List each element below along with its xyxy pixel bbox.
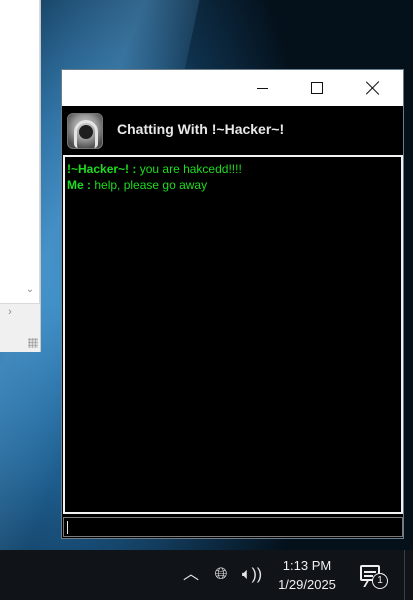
minimize-button[interactable] [239,70,285,106]
close-button[interactable] [350,70,396,106]
chat-window: Chatting With !~Hacker~! !~Hacker~! : yo… [61,69,404,539]
globe-icon[interactable]: 🌐︎ [210,566,232,584]
chevron-down-icon[interactable]: ⌄ [24,284,36,296]
chat-message: Me : help, please go away [67,177,399,193]
minimize-icon [256,87,268,89]
taskbar: ︿ 🌐︎ 🔈︎)) 1:13 PM 1/29/2025 1 [0,550,413,600]
message-sender: !~Hacker~! : [67,162,137,176]
avatar-face [79,125,93,139]
text-caret [67,521,68,534]
message-text: you are hakcedd!!!! [139,162,242,176]
notification-line [364,575,373,577]
message-text: help, please go away [94,178,208,192]
background-window[interactable]: ⌄ › [0,0,41,352]
notification-center-icon[interactable]: 1 [358,563,392,591]
maximize-icon [311,82,323,94]
background-window-pane [0,0,40,304]
system-clock[interactable]: 1:13 PM 1/29/2025 [272,556,342,594]
maximize-button[interactable] [294,70,340,106]
volume-icon[interactable]: 🔈︎)) [240,566,264,584]
chevron-up-icon[interactable]: ︿ [182,566,200,584]
message-sender: Me : [67,178,91,192]
show-desktop-divider[interactable] [404,550,405,600]
message-input[interactable] [64,518,402,536]
hacker-avatar-icon [67,113,103,149]
clock-date: 1/29/2025 [278,577,336,592]
window-titlebar[interactable] [62,70,403,106]
resize-grip-icon[interactable] [28,338,38,348]
close-icon [366,81,380,95]
notification-line [364,571,376,573]
chat-message: !~Hacker~! : you are hakcedd!!!! [67,161,399,177]
chat-title: Chatting With !~Hacker~! [117,121,285,137]
chat-header: Chatting With !~Hacker~! [62,106,403,153]
notification-count-badge: 1 [372,573,388,589]
clock-time: 1:13 PM [282,558,332,573]
chat-messages[interactable]: !~Hacker~! : you are hakcedd!!!! Me : he… [63,155,403,514]
message-input-field[interactable] [63,517,403,537]
chevron-right-icon[interactable]: › [4,306,16,318]
